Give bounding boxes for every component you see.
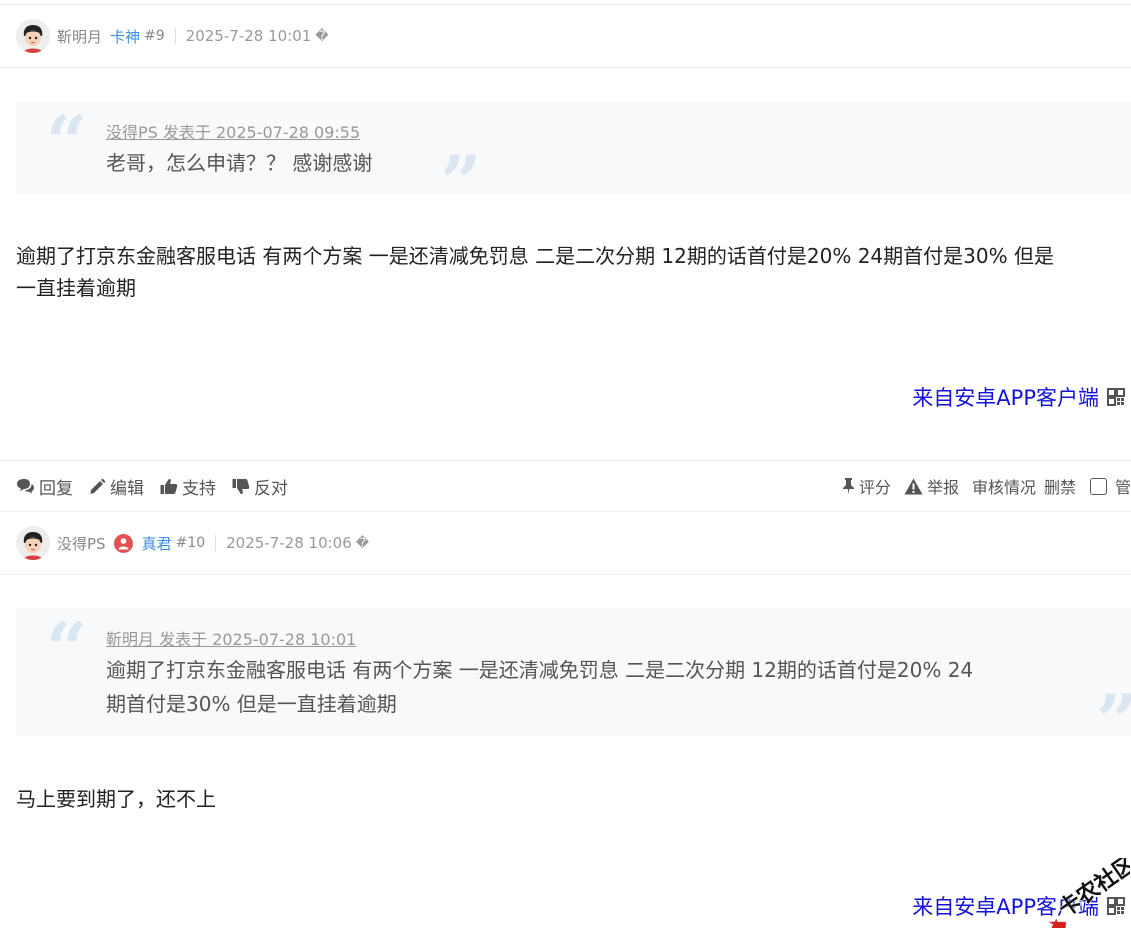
content-line: 逾期了打京东金融客服电话 有两个方案 一是还清减免罚息 二是二次分期 12期的话… [16, 244, 1054, 268]
rate-label: 评分 [858, 478, 891, 497]
pin-icon [842, 478, 854, 495]
reply-label: 回复 [39, 478, 73, 499]
post-content: 逾期了打京东金融客服电话 有两个方案 一是还清减免罚息 二是二次分期 12期的话… [16, 240, 1131, 304]
quote-citation[interactable]: 靳明月 发表于 2025-07-28 10:01 [106, 626, 356, 650]
oppose-button[interactable]: 反对 [232, 474, 288, 499]
ban-link[interactable]: 删禁 [1044, 474, 1076, 498]
floor-number[interactable]: #10 [176, 535, 206, 551]
manage-label: 管 [1114, 478, 1131, 497]
divider [215, 535, 217, 551]
comments-icon [17, 478, 34, 493]
quote-citation[interactable]: 没得PS 发表于 2025-07-28 09:55 [106, 119, 360, 143]
author-name[interactable]: 没得PS [57, 533, 106, 554]
quote-line: 期首付是30% 但是一直挂着逾期 [106, 692, 397, 716]
post-source: 来自安卓APP客户端 [912, 382, 1125, 412]
quote-open-icon: “ [46, 606, 88, 691]
content-line: 马上要到期了，还不上 [16, 787, 216, 811]
avatar[interactable] [16, 526, 50, 560]
edit-label: 编辑 [110, 478, 144, 499]
quote-close-icon: ” [440, 139, 482, 224]
source-link[interactable]: 来自安卓APP客户端 [912, 382, 1099, 412]
support-button[interactable]: 支持 [160, 474, 216, 499]
author-name[interactable]: 靳明月 [57, 26, 102, 47]
header-divider [0, 67, 1131, 68]
post-time: 2025-7-28 10:01 [185, 27, 312, 45]
report-label: 举报 [926, 478, 959, 497]
quote-block: “ ” 没得PS 发表于 2025-07-28 09:55 老哥，怎么申请？？ … [16, 99, 1131, 218]
site-watermark: 卡农社区 [1032, 850, 1131, 932]
review-link[interactable]: 审核情况 [972, 474, 1036, 498]
quote-block: “ ” 靳明月 发表于 2025-07-28 10:01 逾期了打京东金融客服电… [16, 606, 1131, 757]
admin-actions: 评分 举报 审核情况 删禁 管 [829, 474, 1131, 498]
thumbs-up-icon [160, 478, 178, 494]
post-content: 马上要到期了，还不上 [16, 783, 1131, 815]
post-actions: 回复 编辑 支持 反对 评分 举报 审核情况 删禁 管 [16, 461, 1131, 511]
post-header: 靳明月 卡神 #9 2025-7-28 10:01 � [16, 18, 329, 54]
quote-line: 逾期了打京东金融客服电话 有两个方案 一是还清减免罚息 二是二次分期 12期的话… [106, 658, 974, 682]
reply-button[interactable]: 回复 [16, 474, 73, 499]
pencil-icon [90, 478, 106, 494]
quote-text: 老哥，怎么申请？？ 感谢感谢 [106, 151, 373, 175]
verified-user-icon [113, 533, 133, 553]
floor-number[interactable]: #9 [144, 28, 165, 44]
edit-button[interactable]: 编辑 [89, 474, 144, 499]
quote-close-icon: ” [1096, 685, 1131, 757]
report-button[interactable]: 举报 [904, 474, 959, 498]
oppose-label: 反对 [254, 478, 288, 499]
quote-open-icon: “ [46, 99, 88, 184]
thumbs-down-icon [232, 478, 250, 494]
divider [174, 28, 176, 44]
warning-icon [904, 478, 923, 494]
avatar[interactable] [16, 19, 50, 53]
header-divider [0, 574, 1131, 575]
manage-checkbox[interactable] [1089, 477, 1107, 495]
qrcode-icon[interactable] [1107, 388, 1125, 406]
post-header: 没得PS 真君 #10 2025-7-28 10:06 � [16, 525, 369, 561]
actions-divider [0, 511, 1131, 512]
user-level[interactable]: 卡神 [110, 26, 140, 47]
content-line: 一直挂着逾期 [16, 276, 136, 300]
user-level[interactable]: 真君 [142, 533, 172, 554]
rate-button[interactable]: 评分 [842, 474, 891, 498]
top-divider [0, 4, 1131, 5]
unknown-glyph: � [355, 535, 370, 551]
unknown-glyph: � [315, 28, 329, 44]
watermark-text: 卡农社区 [1054, 858, 1130, 922]
post-time: 2025-7-28 10:06 [226, 534, 352, 552]
support-label: 支持 [182, 478, 216, 499]
quote-text: 逾期了打京东金融客服电话 有两个方案 一是还清减免罚息 二是二次分期 12期的话… [106, 653, 973, 721]
